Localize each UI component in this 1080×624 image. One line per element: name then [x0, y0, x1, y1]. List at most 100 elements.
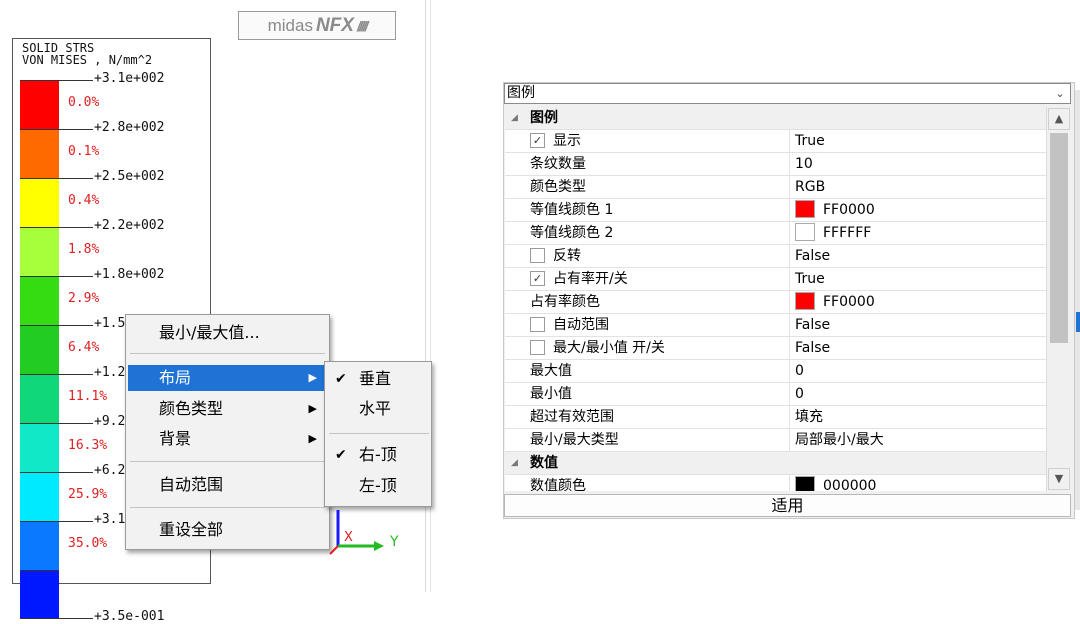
submenu-arrow-icon: ▶ — [308, 402, 317, 415]
legend-tick-line — [59, 423, 93, 424]
property-value[interactable]: 000000 — [795, 475, 876, 491]
legend-tick-line — [59, 374, 93, 375]
legend-tick-line — [59, 521, 93, 522]
property-row[interactable]: 等值线颜色 2 FFFFFF — [505, 222, 1046, 245]
layout-submenu: ✔ 垂直 水平 ✔ 右-顶 左-顶 — [324, 361, 432, 507]
collapse-icon[interactable]: ◢ — [511, 107, 518, 129]
property-name-text: 反转 — [553, 248, 581, 264]
legend-tick-line — [59, 325, 93, 326]
property-scrollbar[interactable]: ▲ ▼ — [1046, 107, 1072, 491]
menu-item-reset-all[interactable]: 重设全部 — [128, 517, 327, 543]
property-value-text: False — [795, 317, 831, 333]
submenu-item-vertical[interactable]: ✔ 垂直 — [327, 365, 429, 393]
legend-percent-label: 6.4% — [68, 340, 100, 355]
property-name: 等值线颜色 2 — [530, 222, 613, 244]
menu-item-auto-range[interactable]: 自动范围 — [128, 472, 327, 498]
legend-color-band — [20, 423, 59, 472]
submenu-item-horizontal[interactable]: 水平 — [327, 395, 429, 423]
property-checkbox[interactable] — [530, 339, 545, 355]
property-row[interactable]: 自动范围 False — [505, 314, 1046, 337]
property-value[interactable]: 填充 — [795, 406, 823, 428]
property-name-text: 数值 — [530, 455, 558, 471]
property-value[interactable]: False — [795, 245, 830, 267]
column-divider — [789, 337, 790, 359]
property-value[interactable]: FF0000 — [795, 199, 875, 221]
property-row[interactable]: ✓ 占有率开/关 True — [505, 268, 1046, 291]
column-divider — [789, 153, 790, 175]
property-row[interactable]: 超过有效范围 填充 — [505, 406, 1046, 429]
submenu-item-label: 右-顶 — [359, 445, 397, 464]
property-value-text: 0 — [795, 386, 804, 402]
chevron-down-icon[interactable]: ⌄ — [1050, 84, 1070, 103]
property-value[interactable]: RGB — [795, 176, 825, 198]
menu-item-layout[interactable]: 布局 ▶ — [128, 365, 327, 391]
legend-color-band — [20, 129, 59, 178]
legend-percent-label: 0.0% — [68, 95, 100, 110]
property-row[interactable]: 颜色类型 RGB — [505, 176, 1046, 199]
property-value[interactable]: FF0000 — [795, 291, 875, 313]
property-value[interactable]: FFFFFF — [795, 222, 871, 244]
property-value[interactable]: True — [795, 268, 825, 290]
column-divider — [789, 176, 790, 198]
legend-tick-label: +9.2 — [94, 414, 126, 429]
scroll-down-icon[interactable]: ▼ — [1048, 468, 1070, 490]
legend-tick-label: +3.1e+002 — [94, 71, 165, 86]
property-category-row[interactable]: ◢ 数值 — [505, 452, 1046, 475]
collapse-icon[interactable]: ◢ — [511, 452, 518, 474]
property-grid: ◢ 图例 ✓ 显示 True 条纹数量 10 颜色类型 RGB 等值线颜色 1 FF0000 等值线颜… — [505, 107, 1046, 491]
property-value[interactable]: 0 — [795, 383, 804, 405]
property-name: 最大/最小值 开/关 — [530, 337, 665, 359]
property-row[interactable]: 数值颜色 000000 — [505, 475, 1046, 491]
property-name: 颜色类型 — [530, 176, 586, 198]
property-value[interactable]: 10 — [795, 153, 813, 175]
menu-item-min-max[interactable]: 最小/最大值... — [128, 320, 327, 346]
property-category-select[interactable]: 图例 ⌄ — [504, 83, 1071, 104]
property-name-text: 最大/最小值 开/关 — [553, 340, 665, 356]
property-value-text: 填充 — [795, 409, 823, 425]
logo-text-midas: midas — [267, 15, 313, 35]
property-row[interactable]: ✓ 显示 True — [505, 130, 1046, 153]
submenu-item-right-top[interactable]: ✔ 右-顶 — [327, 441, 429, 469]
scroll-up-icon[interactable]: ▲ — [1048, 108, 1070, 130]
submenu-arrow-icon: ▶ — [308, 432, 317, 445]
property-row[interactable]: 等值线颜色 1 FF0000 — [505, 199, 1046, 222]
color-swatch — [795, 292, 815, 310]
legend-color-band — [20, 227, 59, 276]
select-value: 图例 — [507, 85, 535, 101]
property-value[interactable]: True — [795, 130, 825, 152]
column-divider — [789, 383, 790, 405]
property-row[interactable]: 最大值 0 — [505, 360, 1046, 383]
scrollbar-thumb[interactable] — [1050, 133, 1068, 343]
property-value-text: FF0000 — [823, 294, 875, 310]
property-checkbox[interactable]: ✓ — [530, 270, 545, 286]
property-row[interactable]: 最小/最大类型 局部最小/最大 — [505, 429, 1046, 452]
property-name: ✓ 占有率开/关 — [530, 268, 628, 290]
apply-button[interactable]: 适用 — [504, 494, 1071, 517]
property-checkbox[interactable] — [530, 247, 545, 263]
property-row[interactable]: 最小值 0 — [505, 383, 1046, 406]
submenu-item-left-top[interactable]: 左-顶 — [327, 472, 429, 500]
menu-item-background[interactable]: 背景 ▶ — [128, 426, 327, 452]
edge-highlight — [1076, 312, 1080, 332]
property-value[interactable]: False — [795, 337, 830, 359]
menu-separator — [130, 507, 325, 508]
menu-item-color-type[interactable]: 颜色类型 ▶ — [128, 396, 327, 422]
property-checkbox[interactable] — [530, 316, 545, 332]
property-value-text: RGB — [795, 179, 826, 195]
legend-percent-label: 16.3% — [68, 438, 108, 453]
property-row[interactable]: 条纹数量 10 — [505, 153, 1046, 176]
property-checkbox[interactable]: ✓ — [530, 132, 545, 148]
submenu-item-label: 垂直 — [359, 369, 392, 388]
property-name: 等值线颜色 1 — [530, 199, 613, 221]
legend-tick-line — [59, 80, 93, 81]
menu-item-label: 背景 — [159, 429, 192, 448]
property-value[interactable]: False — [795, 314, 830, 336]
property-value[interactable]: 局部最小/最大 — [795, 429, 884, 451]
property-row[interactable]: 占有率颜色 FF0000 — [505, 291, 1046, 314]
property-row[interactable]: 反转 False — [505, 245, 1046, 268]
property-row[interactable]: 最大/最小值 开/关 False — [505, 337, 1046, 360]
column-divider — [789, 130, 790, 152]
property-category-row[interactable]: ◢ 图例 — [505, 107, 1046, 130]
property-value[interactable]: 0 — [795, 360, 804, 382]
property-value-text: 000000 — [823, 478, 877, 491]
